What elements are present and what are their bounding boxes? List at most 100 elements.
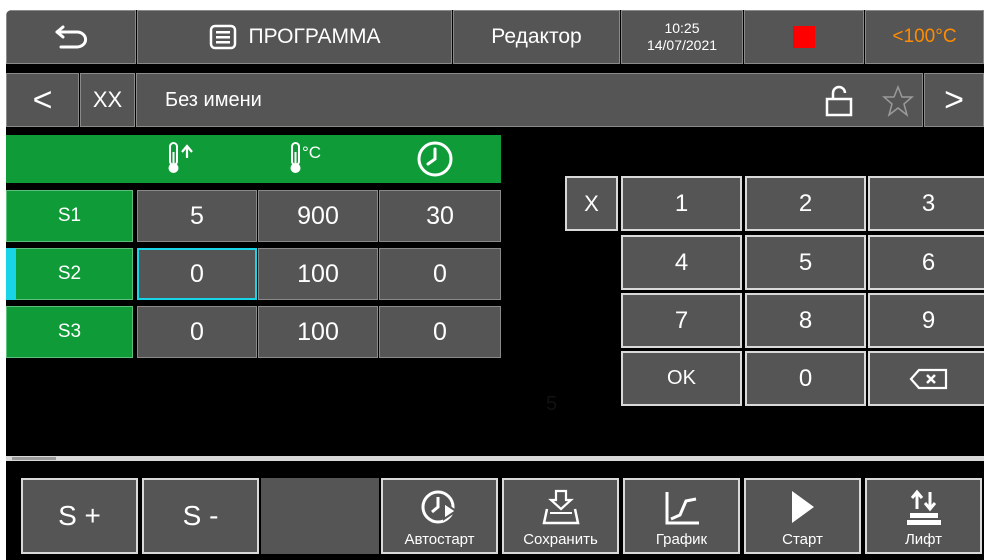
page-title: ПРОГРАММА bbox=[248, 25, 381, 48]
step-cell[interactable]: 100 bbox=[258, 248, 378, 300]
start-label: Старт bbox=[782, 531, 823, 548]
play-icon bbox=[791, 491, 814, 523]
prev-program-button[interactable]: < bbox=[6, 73, 79, 127]
mode-label: Редактор bbox=[491, 25, 582, 48]
backspace-key[interactable] bbox=[868, 351, 984, 406]
digit-key-3[interactable]: 3 bbox=[868, 176, 984, 231]
step-cell[interactable]: 0 bbox=[137, 248, 257, 300]
step-cell[interactable]: 900 bbox=[258, 190, 378, 242]
step-label-text: S3 bbox=[57, 321, 82, 342]
add-step-label: S + bbox=[58, 500, 101, 531]
key-label: 6 bbox=[921, 248, 936, 276]
step-cell[interactable]: 30 bbox=[379, 190, 501, 242]
step-cell-value: 100 bbox=[297, 259, 339, 288]
key-label: 9 bbox=[921, 306, 936, 334]
clear-key[interactable]: X bbox=[565, 176, 618, 231]
digit-key-8[interactable]: 8 bbox=[745, 293, 866, 348]
horizontal-scrollbar[interactable] bbox=[6, 456, 984, 461]
digit-key-2[interactable]: 2 bbox=[745, 176, 866, 231]
empty-toolbar-slot bbox=[261, 478, 379, 554]
key-label: 7 bbox=[674, 306, 689, 334]
remove-step-button[interactable]: S - bbox=[142, 478, 259, 554]
scrollbar-thumb[interactable] bbox=[12, 457, 56, 460]
key-label: 8 bbox=[798, 306, 813, 334]
stop-square-icon bbox=[793, 26, 815, 48]
lift-icon bbox=[906, 489, 941, 525]
time-label: 10:25 bbox=[664, 20, 700, 36]
step-cell[interactable]: 0 bbox=[379, 248, 501, 300]
program-number-label: XX bbox=[92, 87, 123, 112]
clock-icon bbox=[417, 141, 453, 177]
step-cell[interactable]: 0 bbox=[137, 306, 257, 358]
step-label-1[interactable]: S1 bbox=[6, 190, 133, 242]
step-label-text: S2 bbox=[57, 263, 82, 284]
step-cell-value: 900 bbox=[297, 201, 339, 230]
digit-key-6[interactable]: 6 bbox=[868, 235, 984, 290]
key-label: OK bbox=[667, 367, 696, 389]
backspace-icon bbox=[909, 368, 947, 389]
lift-button[interactable]: Лифт bbox=[865, 478, 982, 554]
temperature-alert-label: <100°C bbox=[892, 26, 957, 47]
key-label: 3 bbox=[921, 189, 936, 217]
digit-key-7[interactable]: 7 bbox=[621, 293, 742, 348]
step-label-2[interactable]: S2 bbox=[6, 248, 133, 300]
entry-value: 5 bbox=[546, 393, 558, 415]
temperature-rise-icon bbox=[168, 142, 193, 173]
lock-open-icon[interactable] bbox=[825, 85, 853, 117]
save-label: Сохранить bbox=[523, 531, 598, 548]
key-label: 4 bbox=[674, 248, 689, 276]
step-cell-value: 5 bbox=[190, 201, 204, 230]
step-cell[interactable]: 100 bbox=[258, 306, 378, 358]
step-cell[interactable]: 0 bbox=[379, 306, 501, 358]
save-button[interactable]: Сохранить bbox=[502, 478, 619, 554]
back-arrow-icon bbox=[55, 25, 88, 49]
digit-key-0[interactable]: 0 bbox=[745, 351, 866, 406]
step-label-text: S1 bbox=[57, 205, 82, 226]
digit-key-4[interactable]: 4 bbox=[621, 235, 742, 290]
key-label: 2 bbox=[798, 189, 813, 217]
save-icon bbox=[541, 489, 580, 525]
step-cell[interactable]: 5 bbox=[137, 190, 257, 242]
graph-label: График bbox=[655, 531, 708, 548]
clear-key-label: X bbox=[584, 190, 599, 216]
add-step-button[interactable]: S + bbox=[21, 478, 138, 554]
program-name-label: Без имени bbox=[165, 88, 262, 111]
autostart-button[interactable]: Автостарт bbox=[381, 478, 498, 554]
remove-step-label: S - bbox=[182, 500, 219, 531]
next-arrow-label: > bbox=[944, 80, 964, 119]
step-cell-value: 0 bbox=[433, 317, 447, 346]
program-name-field[interactable]: Без имени bbox=[136, 73, 923, 127]
editor-mode-tab: Редактор bbox=[453, 10, 620, 64]
step-cell-value: 30 bbox=[426, 201, 454, 230]
temperature-alert: <100°C bbox=[865, 10, 984, 64]
ok-key[interactable]: OK bbox=[621, 351, 742, 406]
step-cell-value: 0 bbox=[433, 259, 447, 288]
date-label: 14/07/2021 bbox=[646, 37, 718, 53]
digit-key-9[interactable]: 9 bbox=[868, 293, 984, 348]
program-title-tab: ПРОГРАММА bbox=[137, 10, 452, 64]
key-label: 5 bbox=[798, 248, 813, 276]
digit-key-1[interactable]: 1 bbox=[621, 176, 742, 231]
datetime-display: 10:25 14/07/2021 bbox=[621, 10, 743, 64]
start-button[interactable]: Старт bbox=[744, 478, 861, 554]
celsius-unit: °C bbox=[302, 143, 321, 162]
digit-key-5[interactable]: 5 bbox=[745, 235, 866, 290]
step-label-3[interactable]: S3 bbox=[6, 306, 133, 358]
list-icon bbox=[209, 24, 236, 50]
program-number[interactable]: XX bbox=[80, 73, 135, 127]
prev-arrow-label: < bbox=[32, 80, 53, 119]
next-program-button[interactable]: > bbox=[924, 73, 984, 127]
step-cell-value: 100 bbox=[297, 317, 339, 346]
graph-button[interactable]: График bbox=[623, 478, 740, 554]
lift-label: Лифт bbox=[904, 531, 943, 548]
back-button[interactable] bbox=[6, 10, 136, 64]
star-icon[interactable] bbox=[882, 85, 914, 117]
graph-icon bbox=[665, 492, 699, 525]
key-label: 0 bbox=[798, 364, 813, 392]
selected-row-marker bbox=[6, 248, 16, 300]
autostart-icon bbox=[421, 490, 458, 524]
step-cell-value: 0 bbox=[190, 259, 204, 288]
stop-indicator-button[interactable] bbox=[744, 10, 864, 64]
autostart-label: Автостарт bbox=[404, 531, 475, 548]
table-header: °C bbox=[6, 135, 501, 183]
